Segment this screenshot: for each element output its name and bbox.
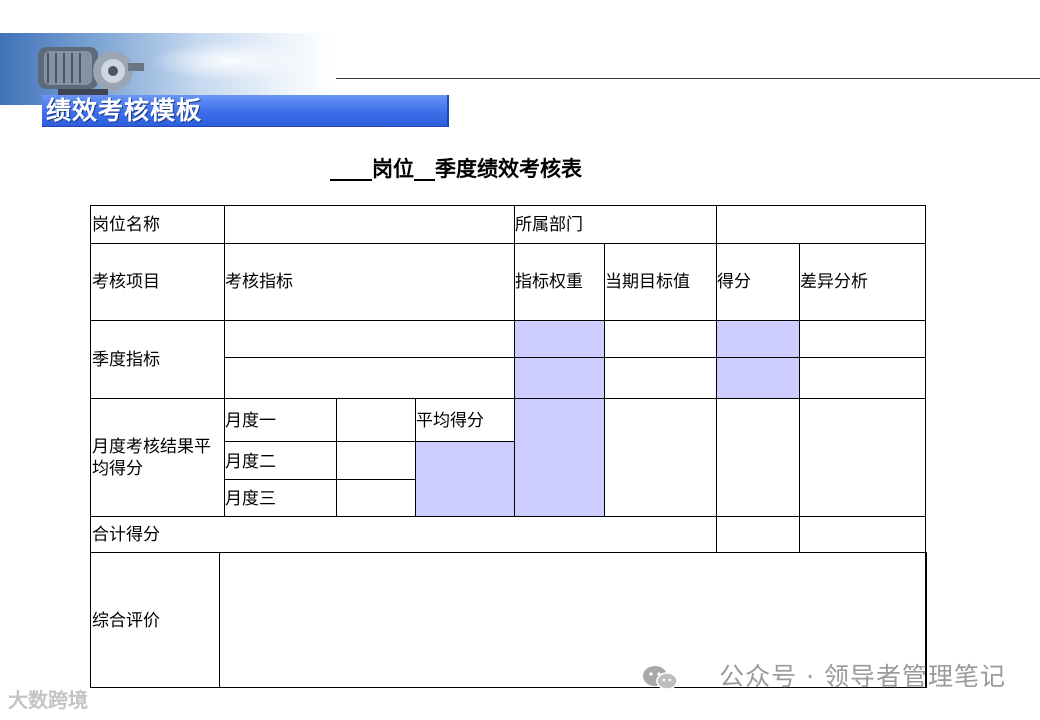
logo-text: 大数跨境	[8, 688, 88, 712]
table-line	[90, 243, 926, 244]
col-header-indicator: 考核指标	[225, 272, 293, 292]
table-line	[224, 441, 514, 442]
table-line	[716, 205, 717, 552]
table-line	[90, 516, 926, 517]
average-score-label: 平均得分	[416, 411, 484, 431]
motor-image	[38, 47, 144, 97]
table-line	[90, 205, 926, 206]
table-line	[224, 479, 415, 480]
total-score-label: 合计得分	[92, 525, 160, 545]
score-cell-q1	[716, 320, 799, 357]
table-line	[336, 398, 337, 516]
month-2-label: 月度二	[225, 452, 276, 472]
weight-cell-q2	[514, 357, 604, 398]
position-name-label: 岗位名称	[92, 215, 160, 235]
table-line	[90, 320, 926, 321]
col-header-target: 当期目标值	[605, 272, 690, 292]
weight-cell-monthly	[514, 398, 604, 516]
month-1-label: 月度一	[225, 411, 276, 431]
monthly-average-label: 月度考核结果平均得分	[92, 437, 211, 479]
col-header-weight: 指标权重	[515, 272, 583, 292]
wechat-icon	[643, 666, 678, 690]
table-line	[514, 205, 515, 516]
col-header-variance: 差异分析	[800, 272, 868, 292]
template-title: 绩效考核模板	[46, 96, 203, 125]
banner-cloud	[150, 41, 310, 81]
table-line	[925, 205, 926, 552]
table-line	[90, 205, 91, 688]
quarterly-indicator-label: 季度指标	[92, 350, 160, 370]
month-3-label: 月度三	[225, 489, 276, 509]
table-line	[90, 398, 926, 399]
document-title: ____岗位__季度绩效考核表	[330, 157, 582, 181]
table-line	[219, 552, 220, 688]
table-line	[224, 357, 926, 358]
watermark-text: 公众号 · 领导者管理笔记	[719, 662, 1006, 691]
weight-cell-q1	[514, 320, 604, 357]
average-score-value-cell	[415, 441, 514, 516]
header-divider-line	[336, 78, 1040, 79]
col-header-score: 得分	[717, 272, 751, 292]
table-line	[90, 552, 926, 553]
score-cell-q2	[716, 357, 799, 398]
department-label: 所属部门	[515, 215, 583, 235]
overall-evaluation-label: 综合评价	[92, 611, 160, 631]
col-header-item: 考核项目	[92, 272, 160, 292]
brand-logo: 大数跨境	[8, 686, 88, 714]
